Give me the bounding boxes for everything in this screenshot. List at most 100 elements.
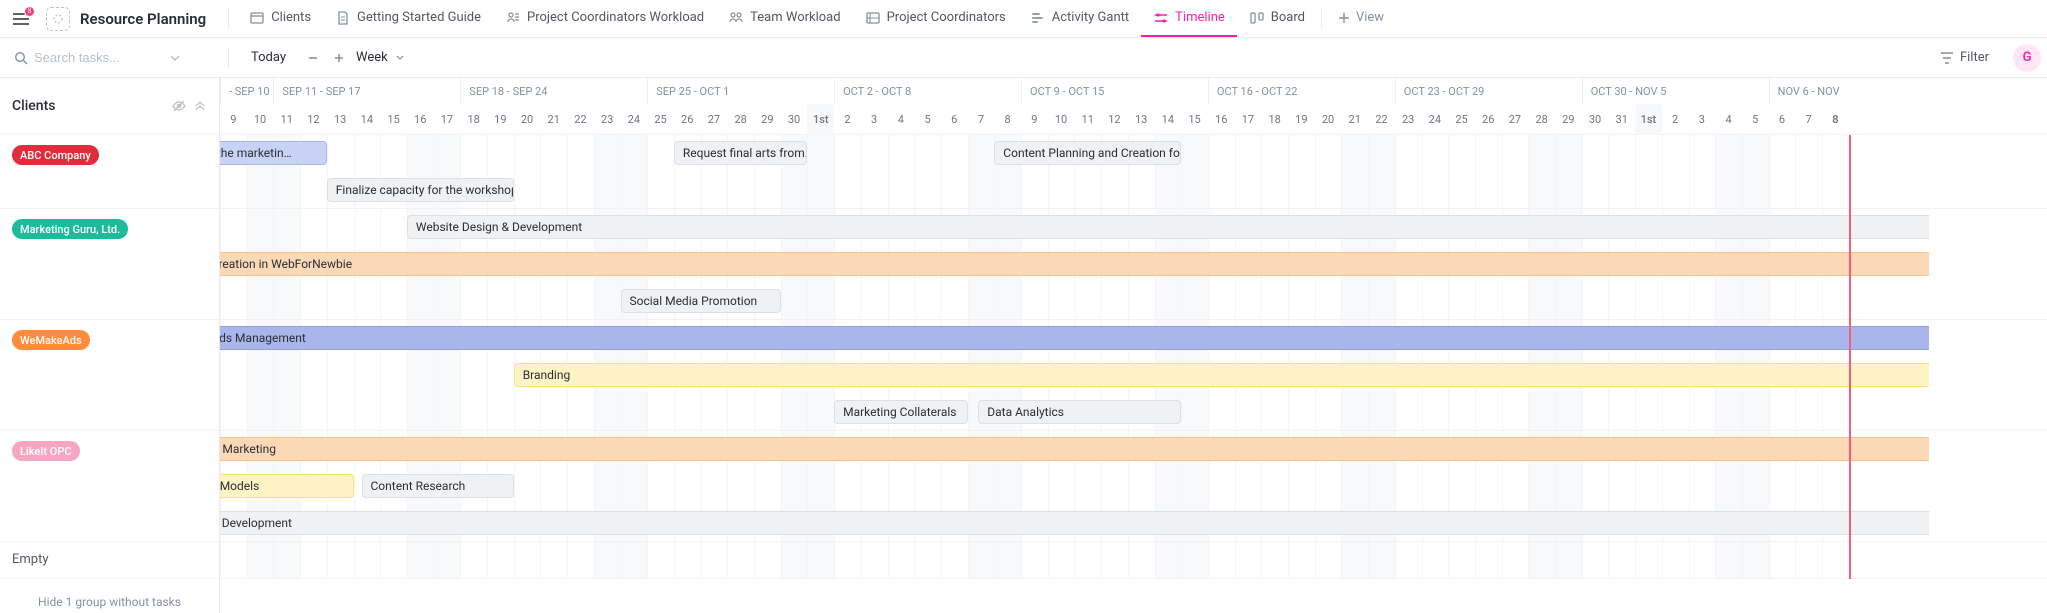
timeline-body[interactable]: …nalize the marketin… Request final arts … — [220, 135, 2047, 579]
day-cell[interactable]: 24 — [621, 104, 648, 135]
add-view-button[interactable]: View — [1326, 0, 1396, 37]
day-cell[interactable]: 10 — [1048, 104, 1075, 135]
group-likeit[interactable]: LikeIt OPC — [0, 431, 219, 542]
day-cell[interactable]: 30 — [1582, 104, 1609, 135]
day-cell[interactable]: 13 — [1128, 104, 1155, 135]
day-cell[interactable]: 6 — [941, 104, 968, 135]
sidebar-footer[interactable]: Hide 1 group without tasks — [0, 595, 219, 609]
group-wemakeads[interactable]: WeMakeAds — [0, 320, 219, 431]
day-cell[interactable]: 3 — [861, 104, 888, 135]
task-bar[interactable]: Article creation in WebForNewbie — [220, 252, 1929, 276]
task-bar[interactable]: Marketing Collaterals — [834, 400, 968, 424]
group-by-label[interactable]: Clients — [12, 98, 165, 114]
day-cell[interactable]: 10 — [247, 104, 274, 135]
day-cell[interactable]: 26 — [674, 104, 701, 135]
day-cell[interactable]: 16 — [1208, 104, 1235, 135]
day-cell[interactable]: 9 — [1021, 104, 1048, 135]
zoom-out-button[interactable] — [304, 49, 322, 67]
day-cell[interactable]: 4 — [888, 104, 915, 135]
day-cell[interactable]: 25 — [1448, 104, 1475, 135]
day-cell[interactable]: 23 — [1395, 104, 1422, 135]
collapse-icon[interactable] — [193, 99, 207, 113]
day-cell[interactable]: 26 — [1475, 104, 1502, 135]
day-cell[interactable]: 24 — [1422, 104, 1449, 135]
day-cell[interactable]: 1st — [1635, 104, 1662, 135]
group-abc[interactable]: ABC Company — [0, 135, 219, 209]
task-bar[interactable]: Content Planning and Creation fo… — [994, 141, 1181, 165]
day-cell[interactable]: 18 — [1261, 104, 1288, 135]
day-cell[interactable]: 29 — [1555, 104, 1582, 135]
group-button[interactable]: G — [2013, 44, 2041, 72]
task-bar[interactable]: Online Ads Management — [220, 326, 1929, 350]
day-cell[interactable]: 21 — [1341, 104, 1368, 135]
workspace-icon[interactable] — [46, 7, 70, 31]
day-cell[interactable]: 4 — [1715, 104, 1742, 135]
zoom-in-button[interactable] — [330, 49, 348, 67]
day-cell[interactable]: 19 — [487, 104, 514, 135]
zoom-label[interactable]: Week — [356, 50, 388, 65]
menu-button[interactable]: 8 — [10, 8, 32, 30]
day-cell[interactable]: 29 — [754, 104, 781, 135]
day-cell[interactable]: 15 — [380, 104, 407, 135]
day-cell[interactable]: 5 — [914, 104, 941, 135]
tab-pc[interactable]: Project Coordinators — [853, 0, 1018, 37]
day-cell[interactable]: 18 — [460, 104, 487, 135]
day-cell[interactable]: 19 — [1288, 104, 1315, 135]
day-cell[interactable]: 16 — [407, 104, 434, 135]
day-cell[interactable]: 14 — [1155, 104, 1182, 135]
day-cell[interactable]: 7 — [968, 104, 995, 135]
tab-activity-gantt[interactable]: Activity Gantt — [1018, 0, 1141, 37]
task-bar[interactable]: Request final arts from… — [674, 141, 808, 165]
day-cell[interactable]: 17 — [1235, 104, 1262, 135]
task-bar[interactable]: Social Media Promotion — [621, 289, 781, 313]
day-cell[interactable]: 14 — [354, 104, 381, 135]
timeline[interactable]: - SEP 10SEP 11 - SEP 17SEP 18 - SEP 24SE… — [220, 78, 2047, 613]
day-cell[interactable]: 28 — [727, 104, 754, 135]
task-bar[interactable]: Finalize capacity for the workshop — [327, 178, 514, 202]
day-cell[interactable]: 11 — [1074, 104, 1101, 135]
day-cell[interactable]: 8 — [1822, 104, 1849, 135]
day-cell[interactable]: 25 — [647, 104, 674, 135]
visibility-icon[interactable] — [171, 98, 187, 114]
task-bar[interactable]: Strategy Development — [220, 511, 1929, 535]
day-cell[interactable]: 27 — [1502, 104, 1529, 135]
task-bar[interactable]: Website Design & Development — [407, 215, 1929, 239]
search-input[interactable] — [34, 50, 164, 65]
day-cell[interactable]: 17 — [434, 104, 461, 135]
chevron-down-icon[interactable] — [396, 54, 404, 62]
day-cell[interactable]: 2 — [834, 104, 861, 135]
task-bar[interactable]: Branding — [514, 363, 1929, 387]
tab-pcw[interactable]: Project Coordinators Workload — [493, 0, 716, 37]
day-cell[interactable]: 22 — [567, 104, 594, 135]
day-cell[interactable]: 3 — [1689, 104, 1716, 135]
tab-getting-started[interactable]: Getting Started Guide — [323, 0, 493, 37]
task-bar[interactable]: …nalize the marketin… — [220, 141, 327, 165]
task-bar[interactable]: Content Research — [362, 474, 514, 498]
tab-board[interactable]: Board — [1237, 0, 1317, 37]
day-cell[interactable]: 2 — [1662, 104, 1689, 135]
group-mguru[interactable]: Marketing Guru, Ltd. — [0, 209, 219, 320]
day-cell[interactable]: 20 — [514, 104, 541, 135]
task-bar[interactable]: Content Models — [220, 474, 354, 498]
task-bar[interactable]: Moment Marketing — [220, 437, 1929, 461]
day-cell[interactable]: 30 — [781, 104, 808, 135]
day-cell[interactable]: 31 — [1608, 104, 1635, 135]
day-cell[interactable]: 5 — [1742, 104, 1769, 135]
tab-clients[interactable]: Clients — [237, 0, 323, 37]
day-cell[interactable]: 28 — [1528, 104, 1555, 135]
tab-timeline[interactable]: Timeline — [1141, 0, 1237, 37]
day-cell[interactable]: 27 — [701, 104, 728, 135]
day-cell[interactable]: 8 — [994, 104, 1021, 135]
day-cell[interactable]: 23 — [594, 104, 621, 135]
day-cell[interactable]: 22 — [1368, 104, 1395, 135]
day-cell[interactable]: 11 — [273, 104, 300, 135]
group-empty[interactable]: Empty — [0, 542, 219, 579]
day-cell[interactable]: 6 — [1769, 104, 1796, 135]
filter-button[interactable]: Filter — [1932, 46, 1997, 69]
day-cell[interactable]: 21 — [540, 104, 567, 135]
day-cell[interactable]: 7 — [1795, 104, 1822, 135]
day-cell[interactable]: 15 — [1181, 104, 1208, 135]
day-cell[interactable]: 13 — [327, 104, 354, 135]
day-cell[interactable]: 12 — [300, 104, 327, 135]
task-bar[interactable]: Data Analytics — [978, 400, 1181, 424]
